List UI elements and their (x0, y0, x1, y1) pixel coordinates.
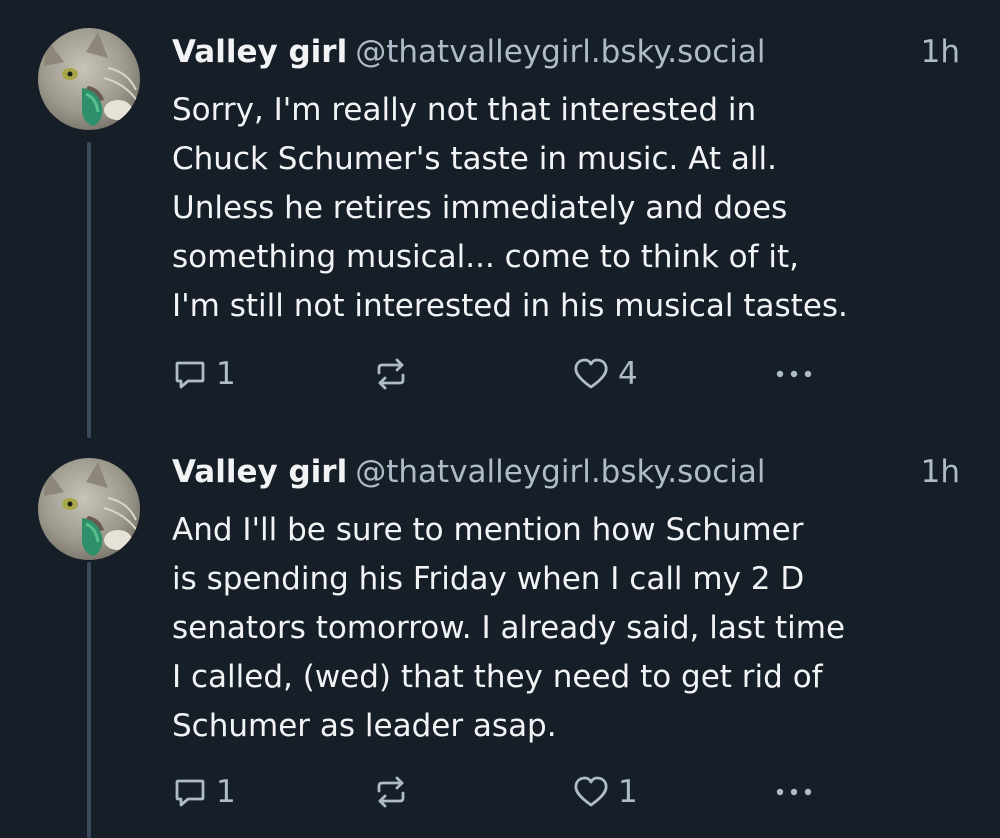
author-display-name[interactable]: Valley girl (172, 34, 347, 70)
reply-button[interactable]: 1 (172, 354, 236, 394)
reply-button[interactable]: 1 (172, 772, 236, 812)
like-button[interactable]: 4 (572, 354, 638, 394)
post-timestamp[interactable]: 1h (921, 30, 960, 74)
post-header: Valley girl @thatvalleygirl.bsky.social 1… (172, 30, 960, 74)
reply-count: 1 (216, 356, 236, 392)
more-options-icon (772, 356, 816, 392)
more-options-button[interactable] (772, 772, 816, 812)
like-count: 1 (618, 774, 638, 810)
post-text: And I'll be sure to mention how Schumer … (172, 512, 846, 744)
more-options-icon (772, 774, 816, 810)
post-actions: 1 4 (172, 354, 872, 394)
heart-icon (572, 356, 610, 392)
author-handle[interactable]: @thatvalleygirl.bsky.social (355, 34, 765, 70)
more-options-button[interactable] (772, 354, 816, 394)
repost-icon (372, 774, 410, 810)
thread-line (87, 142, 91, 438)
avatar[interactable] (38, 28, 140, 130)
post-timestamp[interactable]: 1h (921, 450, 960, 494)
reply-count: 1 (216, 774, 236, 810)
reply-icon (172, 774, 208, 810)
like-count: 4 (618, 356, 638, 392)
like-button[interactable]: 1 (572, 772, 638, 812)
heart-icon (572, 774, 610, 810)
post-header: Valley girl @thatvalleygirl.bsky.social 1… (172, 450, 960, 494)
repost-icon (372, 356, 410, 392)
repost-button[interactable] (372, 772, 410, 812)
post-text: Sorry, I'm really not that interested in… (172, 92, 848, 324)
reply-icon (172, 356, 208, 392)
author-display-name[interactable]: Valley girl (172, 454, 347, 490)
repost-button[interactable] (372, 354, 410, 394)
thread-line (87, 562, 91, 838)
post-actions: 1 1 (172, 772, 872, 812)
post[interactable]: Valley girl @thatvalleygirl.bsky.social 1… (0, 440, 1000, 838)
post[interactable]: Valley girl @thatvalleygirl.bsky.social 1… (0, 0, 1000, 440)
author-handle[interactable]: @thatvalleygirl.bsky.social (355, 454, 765, 490)
avatar[interactable] (38, 458, 140, 560)
